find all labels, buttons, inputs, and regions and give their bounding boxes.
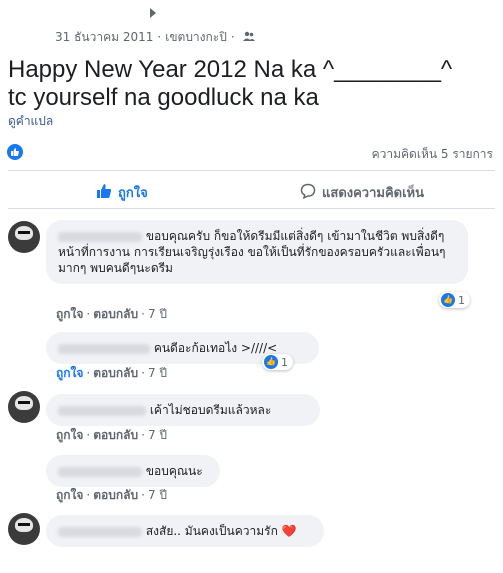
comment-time[interactable]: 7 ปี: [148, 488, 167, 502]
comment-text: เค้าไม่ชอบดรีมแล้วหละ: [149, 403, 272, 417]
avatar[interactable]: [8, 391, 40, 423]
thumbs-up-icon: [96, 183, 112, 203]
comment-like-link[interactable]: ถูกใจ: [56, 428, 83, 442]
heart-emoji-icon: ❤️: [281, 524, 297, 538]
see-translation-link[interactable]: ดูคำแปล: [8, 112, 53, 131]
comment-time[interactable]: 7 ปี: [148, 428, 167, 442]
comment-actions: ถูกใจ · ตอบกลับ · 7 ปี: [56, 307, 168, 321]
post-text: Happy New Year 2012 Na ka ^________^ tc …: [8, 56, 452, 112]
reaction-count[interactable]: 👍 1: [262, 354, 293, 370]
commenter-name[interactable]: [58, 231, 142, 242]
comment-bubble: ขอบคุณครับ ก็ขอให้ดรีมมีแต่สิ่งดีๆ เข้าม…: [46, 220, 468, 284]
comment-time[interactable]: 7 ปี: [148, 366, 167, 380]
comment-bubble: สงสัย.. มันคงเป็นความรัก ❤️: [46, 515, 324, 547]
comment-count-link[interactable]: ความคิดเห็น 5 รายการ: [372, 145, 493, 164]
comment-reply-link[interactable]: ตอบกลับ: [93, 428, 138, 442]
post-text-line2: tc yourself na goodluck na ka: [8, 84, 319, 111]
commenter-name[interactable]: [58, 466, 142, 477]
comment-text: สงสัย.. มันคงเป็นความรัก: [145, 524, 278, 538]
like-reaction-icon[interactable]: [7, 144, 23, 160]
comment-like-link[interactable]: ถูกใจ: [56, 488, 83, 502]
post-location[interactable]: เขตบางกะปิ: [165, 30, 227, 44]
speech-bubble-icon: [300, 183, 316, 203]
comment-reply-link[interactable]: ตอบกลับ: [93, 307, 138, 321]
comment-actions: ถูกใจ · ตอบกลับ · 7 ปี: [56, 366, 168, 380]
comment-like-link[interactable]: ถูกใจ: [56, 307, 83, 321]
comment-button-label: แสดงความคิดเห็น: [322, 186, 425, 201]
comment-like-link[interactable]: ถูกใจ: [56, 366, 83, 380]
comment-time[interactable]: 7 ปี: [148, 307, 167, 321]
comment-bubble: เค้าไม่ชอบดรีมแล้วหละ: [46, 394, 320, 426]
menu-arrow-icon[interactable]: [150, 8, 156, 18]
commenter-name[interactable]: [58, 343, 150, 354]
commenter-name[interactable]: [58, 405, 146, 416]
reaction-count[interactable]: 👍 1: [439, 292, 470, 308]
like-reaction-icon: 👍: [441, 293, 455, 307]
comment-actions: ถูกใจ · ตอบกลับ · 7 ปี: [56, 428, 168, 442]
avatar[interactable]: [8, 221, 40, 253]
comment-actions: ถูกใจ · ตอบกลับ · 7 ปี: [56, 488, 168, 502]
divider: [8, 208, 495, 209]
post-text-line1: Happy New Year 2012 Na ka ^________^: [8, 56, 453, 83]
like-reaction-icon: 👍: [264, 355, 278, 369]
post-date[interactable]: 31 ธันวาคม 2011: [55, 30, 153, 44]
friends-icon: [239, 30, 255, 44]
like-button-label: ถูกใจ: [118, 186, 148, 201]
divider: [8, 170, 495, 171]
comment-button[interactable]: แสดงความคิดเห็น: [300, 182, 424, 203]
avatar[interactable]: [8, 513, 40, 545]
reaction-count-value: 1: [281, 355, 288, 369]
comment-reply-link[interactable]: ตอบกลับ: [93, 488, 138, 502]
comment-text: ขอบคุณนะ: [145, 464, 203, 478]
comment-text: คนดีอะก้อเทอไง >////<: [153, 341, 278, 355]
comment-bubble: ขอบคุณนะ: [46, 455, 220, 487]
commenter-name[interactable]: [58, 526, 142, 537]
reaction-count-value: 1: [458, 293, 465, 307]
post-meta: 31 ธันวาคม 2011 · เขตบางกะปิ ·: [55, 28, 255, 47]
like-button[interactable]: ถูกใจ: [96, 182, 148, 203]
comment-reply-link[interactable]: ตอบกลับ: [93, 366, 138, 380]
